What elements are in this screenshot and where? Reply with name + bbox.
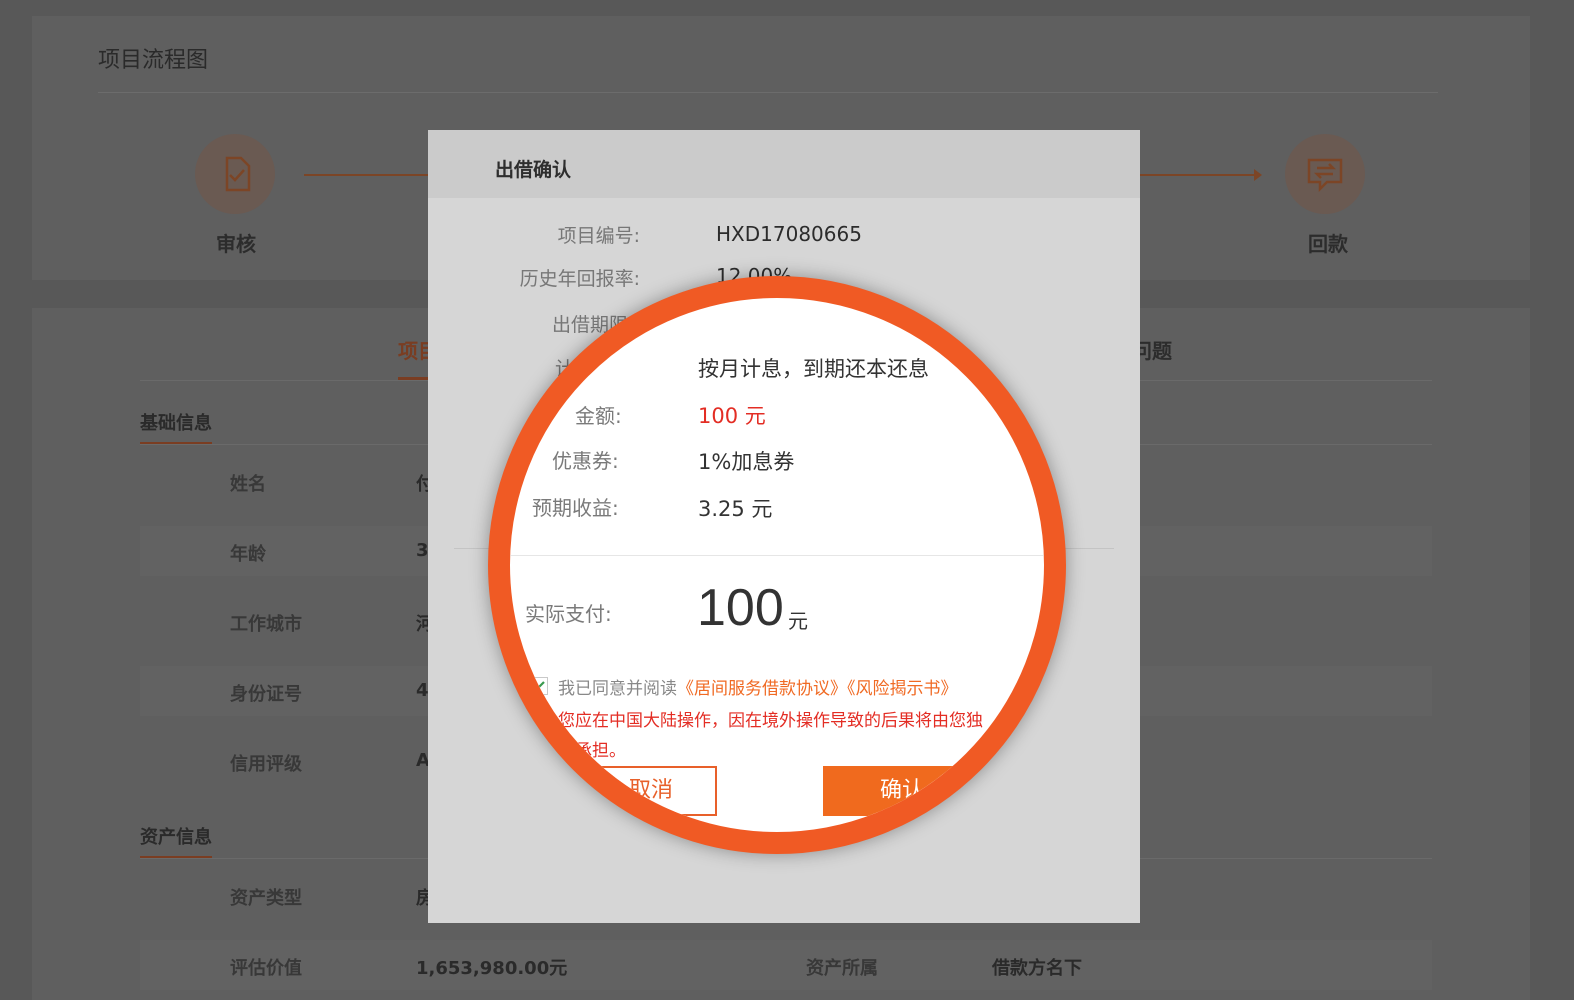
step-repayment (1285, 134, 1365, 214)
step-review (195, 134, 275, 214)
agreement-prefix: 我已同意并阅读 (558, 679, 677, 699)
flowchart-title: 项目流程图 (98, 48, 209, 73)
row-label-asset-type: 资产类型 (230, 888, 302, 909)
term-label: 出借期限 (551, 314, 628, 336)
return-message-icon (1307, 158, 1343, 193)
return-rate-label: 历史年回报率: (519, 268, 640, 290)
row-label-city: 工作城市 (230, 614, 302, 635)
warning-icon: ✕ (538, 709, 550, 725)
overseas-warning-text: 您应在中国大陆操作，因在境外操作导致的后果将由您独自承担。 (558, 711, 983, 761)
row-label-credit: 信用评级 (230, 754, 302, 775)
divider (98, 92, 1438, 93)
project-number-label: 项目编号: (557, 225, 640, 247)
expected-return-label: 预期收益: (532, 496, 619, 520)
check-icon (533, 681, 545, 691)
row-value-id: 4 (416, 680, 429, 701)
modal-title: 出借确认 (495, 159, 572, 181)
row-value-valuation: 1,653,980.00元 (416, 958, 568, 979)
divider (510, 555, 1044, 556)
project-number-value: HXD17080665 (716, 222, 862, 246)
modal-header: 出借确认 (428, 130, 1140, 198)
cancel-button[interactable]: 取消 (585, 766, 717, 816)
service-agreement-link[interactable]: 《居间服务借款协议》 (677, 679, 847, 699)
repayment-method-value: 按月计息，到期还本还息 (698, 357, 929, 381)
magnifier-lens: 按月计息，到期还本还息 金额: 100 元 优惠券: 1%加息券 预期收益: 3… (488, 276, 1066, 854)
amount-label: 金额: (575, 404, 622, 428)
actual-payment-unit: 元 (788, 609, 808, 633)
section-title-assets: 资产信息 (140, 827, 212, 848)
flow-connector (1140, 174, 1256, 176)
step-repayment-label: 回款 (1308, 232, 1348, 256)
coupon-label: 优惠券: (552, 449, 619, 473)
amount-value: 100 元 (698, 404, 766, 428)
row-label-name: 姓名 (230, 474, 266, 495)
actual-payment-label: 实际支付: (525, 602, 612, 626)
row-label-ownership: 资产所属 (806, 958, 878, 979)
row-value-ownership: 借款方名下 (992, 958, 1082, 979)
actual-payment-amount: 100 (697, 579, 784, 637)
arrow-head-icon (1254, 169, 1262, 181)
risk-disclosure-link[interactable]: 《风险揭示书》 (847, 679, 958, 699)
row-label-valuation: 评估价值 (230, 958, 302, 979)
row-label-id: 身份证号 (230, 684, 302, 705)
step-review-label: 审核 (216, 232, 256, 256)
row-band (140, 940, 1432, 990)
row-value-age: 3 (416, 540, 429, 561)
flow-connector (304, 174, 428, 176)
interest-label: 计 (374, 354, 574, 381)
confirm-button[interactable]: 确认 (823, 766, 981, 816)
section-title-basic: 基础信息 (140, 413, 212, 434)
coupon-value: 1%加息券 (698, 450, 795, 474)
agree-checkbox[interactable] (530, 677, 548, 695)
agreement-text: 我已同意并阅读《居间服务借款协议》《风险揭示书》 (558, 674, 958, 699)
expected-return-value: 3.25 元 (698, 497, 773, 521)
document-check-icon (225, 156, 251, 192)
row-label-age: 年龄 (230, 544, 266, 565)
